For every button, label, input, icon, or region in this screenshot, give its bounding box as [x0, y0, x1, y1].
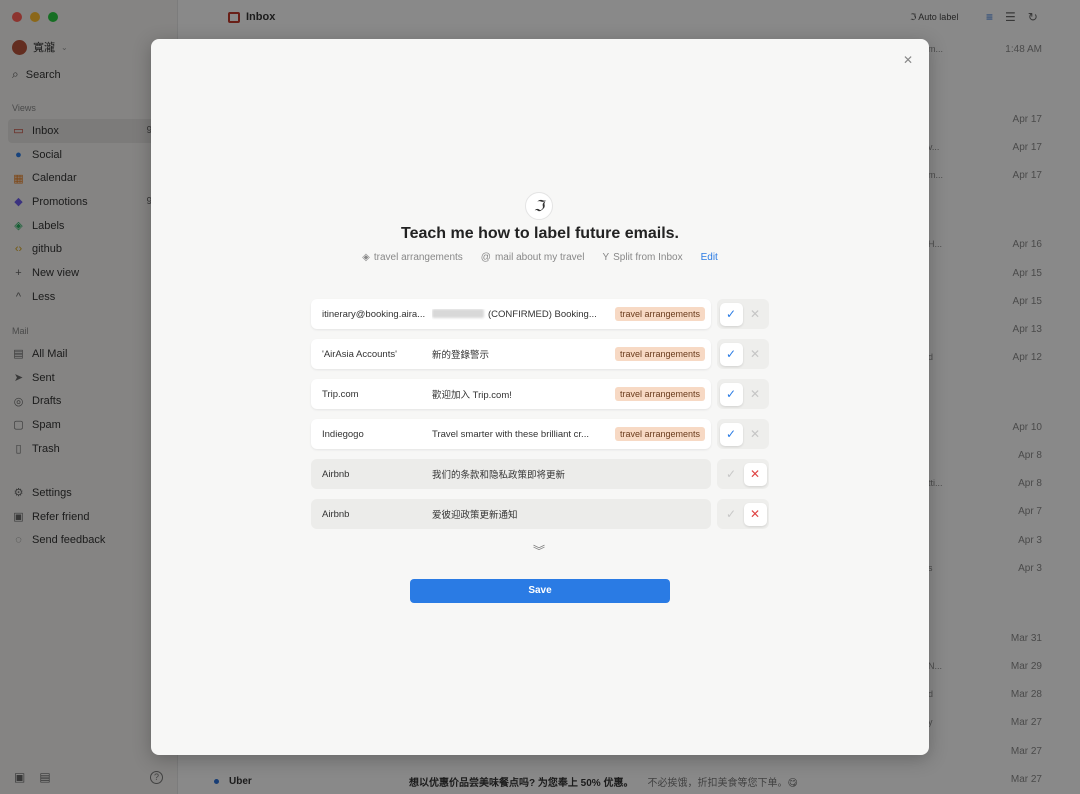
- training-email-card: Indiegogo Travel smarter with these brill…: [311, 419, 711, 449]
- criterion-label: mail about my travel: [494, 252, 585, 263]
- tag-icon: ◈: [362, 252, 370, 263]
- row-actions: ✓ ✕: [717, 459, 769, 489]
- criterion-label: Split from Inbox: [613, 252, 683, 263]
- row-actions: ✓ ✕: [717, 299, 769, 329]
- criterion-2[interactable]: Y Split from Inbox: [602, 252, 682, 263]
- training-row: Airbnb 爱彼迎政策更新通知 ✓ ✕: [311, 499, 771, 529]
- dialog-headline: Teach me how to label future emails.: [401, 225, 679, 242]
- redacted-text: [432, 309, 484, 319]
- training-row: 'AirAsia Accounts' 新的登錄警示 travel arrangeme…: [311, 339, 771, 369]
- email-subject-text: 新的登錄警示: [432, 350, 490, 361]
- row-actions: ✓ ✕: [717, 419, 769, 449]
- training-email-card: 'AirAsia Accounts' 新的登錄警示 travel arrangeme…: [311, 339, 711, 369]
- email-sender: Airbnb: [322, 508, 350, 520]
- approve-check-button[interactable]: ✓: [719, 342, 743, 366]
- email-subject: Travel smarter with these brilliant cr..…: [432, 429, 607, 440]
- email-subject: 歡迎加入 Trip.com!: [432, 387, 607, 401]
- reject-x-button[interactable]: ✕: [744, 383, 767, 406]
- email-subject-text: 爱彼迎政策更新通知: [432, 510, 518, 521]
- email-sender: Indiegogo: [322, 428, 364, 440]
- at-icon: @: [480, 252, 491, 263]
- split-icon: Y: [602, 252, 610, 263]
- reject-x-button[interactable]: ✕: [744, 303, 767, 326]
- reject-x-button[interactable]: ✕: [743, 462, 767, 486]
- approve-check-button[interactable]: ✓: [719, 422, 743, 446]
- label-tag: travel arrangements: [614, 307, 705, 321]
- approve-check-button[interactable]: ✓: [719, 382, 743, 406]
- row-actions: ✓ ✕: [717, 339, 769, 369]
- save-button[interactable]: Save: [410, 579, 670, 603]
- close-icon[interactable]: ✕: [901, 53, 915, 67]
- training-email-list: itinerary@booking.aira... (CONFIRMED) Boo…: [311, 299, 771, 539]
- training-row: itinerary@booking.aira... (CONFIRMED) Boo…: [311, 299, 771, 329]
- approve-check-button[interactable]: ✓: [720, 503, 743, 526]
- criterion-label: travel arrangements: [373, 252, 463, 263]
- reject-x-button[interactable]: ✕: [744, 423, 767, 446]
- auto-label-logo-icon: ℑ: [525, 192, 553, 220]
- email-subject: (CONFIRMED) Booking...: [432, 309, 607, 320]
- email-subject-text: 歡迎加入 Trip.com!: [432, 390, 512, 401]
- criterion-0[interactable]: ◈ travel arrangements: [362, 252, 463, 263]
- reject-x-button[interactable]: ✕: [743, 502, 767, 526]
- training-email-card: Airbnb 我们的条款和隐私政策即将更新: [311, 459, 711, 489]
- criterion-1[interactable]: @ mail about my travel: [481, 252, 585, 263]
- training-email-card: Airbnb 爱彼迎政策更新通知: [311, 499, 711, 529]
- email-sender: Trip.com: [322, 388, 359, 400]
- show-more-chevron-icon[interactable]: ︾: [533, 542, 545, 559]
- label-criteria: ◈ travel arrangements @ mail about my trave…: [151, 252, 929, 263]
- approve-check-button[interactable]: ✓: [720, 463, 743, 486]
- edit-criteria-link[interactable]: Edit: [701, 252, 718, 263]
- training-row: Indiegogo Travel smarter with these brill…: [311, 419, 771, 449]
- training-email-card: itinerary@booking.aira... (CONFIRMED) Boo…: [311, 299, 711, 329]
- email-subject-text: (CONFIRMED) Booking...: [488, 308, 597, 320]
- training-email-card: Trip.com 歡迎加入 Trip.com! travel arrangement…: [311, 379, 711, 409]
- label-tag: travel arrangements: [614, 347, 705, 361]
- row-actions: ✓ ✕: [717, 379, 769, 409]
- reject-x-button[interactable]: ✕: [744, 343, 767, 366]
- email-sender: itinerary@booking.aira...: [322, 308, 426, 320]
- training-row: Trip.com 歡迎加入 Trip.com! travel arrangement…: [311, 379, 771, 409]
- approve-check-button[interactable]: ✓: [719, 302, 743, 326]
- training-row: Airbnb 我们的条款和隐私政策即将更新 ✓ ✕: [311, 459, 771, 489]
- email-sender: Airbnb: [322, 468, 350, 480]
- email-subject-text: 我们的条款和隐私政策即将更新: [432, 470, 566, 481]
- auto-label-dialog: ✕ ℑ Teach me how to label future emails.…: [151, 39, 929, 755]
- email-subject: 我们的条款和隐私政策即将更新: [432, 467, 607, 481]
- label-tag: travel arrangements: [614, 387, 705, 401]
- email-subject: 爱彼迎政策更新通知: [432, 507, 607, 521]
- email-subject: 新的登錄警示: [432, 347, 607, 361]
- email-sender: 'AirAsia Accounts': [322, 348, 397, 360]
- row-actions: ✓ ✕: [717, 499, 769, 529]
- email-subject-text: Travel smarter with these brilliant cr..…: [432, 428, 589, 440]
- label-tag: travel arrangements: [614, 427, 705, 441]
